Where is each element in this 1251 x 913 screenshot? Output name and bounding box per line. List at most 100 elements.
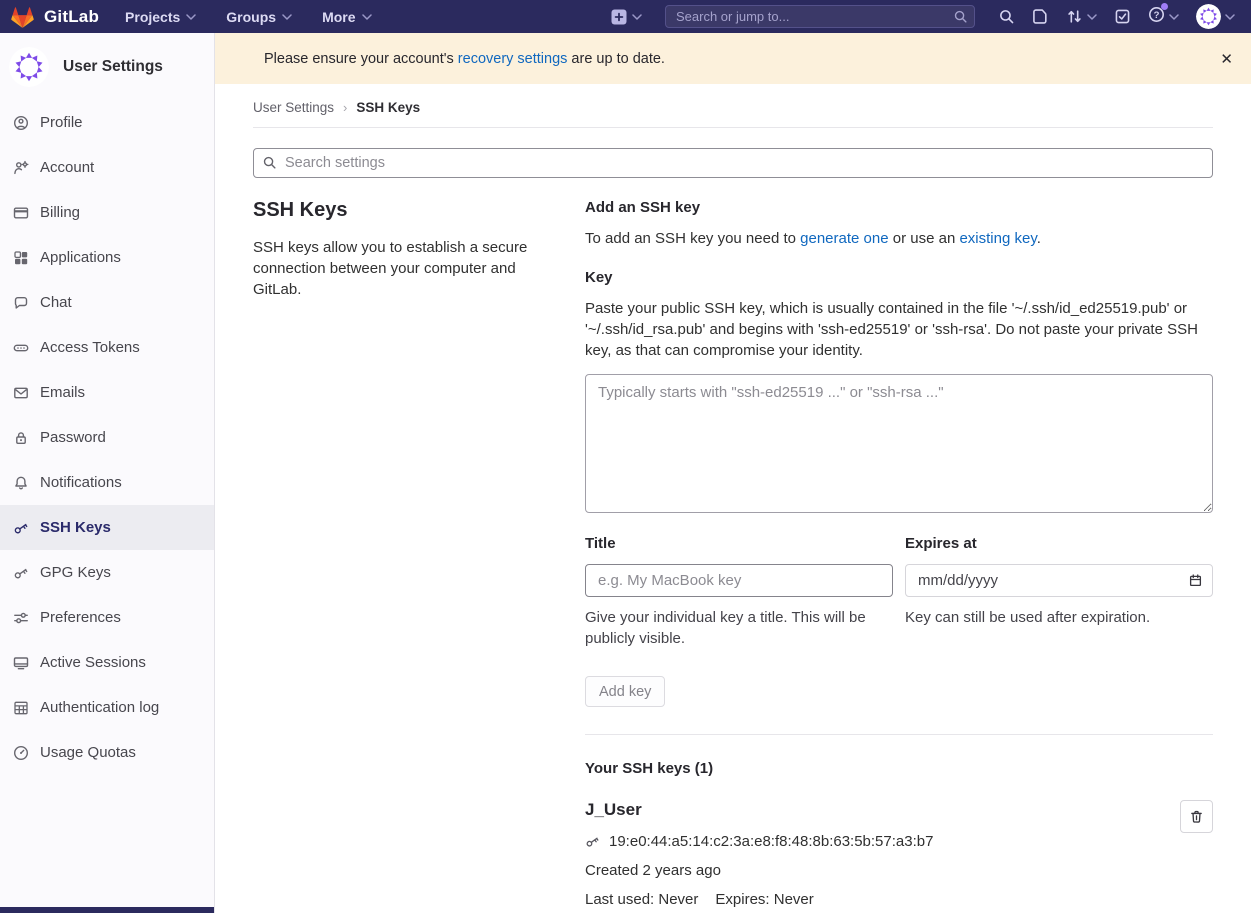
sidebar-item-emails[interactable]: Emails	[0, 370, 214, 415]
issues-icon	[1032, 8, 1049, 25]
password-lock-icon	[13, 430, 29, 446]
breadcrumb-parent-link[interactable]: User Settings	[253, 100, 334, 115]
key-fingerprint-row: 19:e0:44:a5:14:c2:3a:e8:f8:48:8b:63:5b:5…	[585, 833, 1153, 850]
issues-button[interactable]	[1032, 8, 1049, 25]
expires-date-wrap	[905, 564, 1213, 597]
your-ssh-keys-heading: Your SSH keys (1)	[585, 760, 1213, 777]
global-search-input[interactable]	[665, 5, 975, 28]
sidebar-item-usage-quotas[interactable]: Usage Quotas	[0, 730, 214, 775]
chevron-down-icon	[1169, 14, 1179, 20]
global-search	[665, 5, 975, 28]
key-fingerprint: 19:e0:44:a5:14:c2:3a:e8:f8:48:8b:63:5b:5…	[609, 833, 933, 850]
merge-request-icon	[1066, 8, 1083, 25]
sidebar-item-chat[interactable]: Chat	[0, 280, 214, 325]
alert-text: Please ensure your account's recovery se…	[264, 51, 665, 67]
nav-more-menu[interactable]: More	[322, 9, 371, 25]
gitlab-tanuki-icon	[10, 5, 35, 29]
advanced-search-button[interactable]	[998, 8, 1015, 25]
monitor-icon	[13, 655, 29, 671]
collapse-sidebar-bar[interactable]	[0, 907, 214, 913]
key-usage-meta: Last used: Never Expires: Never	[585, 891, 1153, 908]
expires-field-group: Expires at Key can still be used after e…	[905, 535, 1213, 649]
search-icon	[998, 8, 1015, 25]
sidebar-item-ssh-keys[interactable]: SSH Keys	[0, 505, 214, 550]
title-help-text: Give your individual key a title. This w…	[585, 607, 893, 649]
search-icon	[262, 155, 277, 170]
sidebar-item-label: Preferences	[40, 609, 121, 626]
key-icon	[585, 834, 600, 849]
sidebar-item-billing[interactable]: Billing	[0, 190, 214, 235]
settings-search-input[interactable]	[253, 148, 1213, 178]
sidebar-item-authentication-log[interactable]: Authentication log	[0, 685, 214, 730]
plus-square-icon	[611, 9, 627, 25]
user-avatar	[9, 47, 49, 87]
sidebar-item-access-tokens[interactable]: Access Tokens	[0, 325, 214, 370]
chevron-down-icon	[362, 14, 372, 20]
breadcrumb-current: SSH Keys	[356, 100, 420, 115]
existing-key-link[interactable]: existing key	[959, 230, 1036, 247]
todo-checkbox-icon	[1114, 8, 1131, 25]
delete-key-button[interactable]	[1180, 800, 1213, 833]
preferences-sliders-icon	[13, 610, 29, 626]
add-key-button[interactable]: Add key	[585, 676, 665, 707]
merge-requests-menu[interactable]	[1066, 8, 1097, 25]
sidebar-item-label: Emails	[40, 384, 85, 401]
nav-groups-menu[interactable]: Groups	[226, 9, 292, 25]
expires-date-input[interactable]	[905, 564, 1213, 597]
sidebar-item-label: Active Sessions	[40, 654, 146, 671]
chat-icon	[13, 295, 29, 311]
sidebar-nav: Profile Account Billing Applications Cha…	[0, 100, 214, 775]
nav-more-label: More	[322, 9, 355, 25]
nav-projects-label: Projects	[125, 9, 180, 25]
user-menu[interactable]	[1196, 4, 1235, 29]
sidebar-item-active-sessions[interactable]: Active Sessions	[0, 640, 214, 685]
primary-nav: Projects Groups More	[125, 9, 371, 25]
generate-one-link[interactable]: generate one	[800, 230, 888, 247]
sidebar-item-account[interactable]: Account	[0, 145, 214, 190]
key-item-title: J_User	[585, 800, 1153, 820]
sidebar-item-preferences[interactable]: Preferences	[0, 595, 214, 640]
new-item-menu[interactable]	[611, 9, 642, 25]
sidebar-item-label: Usage Quotas	[40, 744, 136, 761]
sidebar-item-notifications[interactable]: Notifications	[0, 460, 214, 505]
sidebar-item-label: Notifications	[40, 474, 122, 491]
navbar-right	[611, 4, 1235, 29]
section-info: SSH Keys SSH keys allow you to establish…	[253, 199, 540, 908]
key-help-text: Paste your public SSH key, which is usua…	[585, 298, 1213, 361]
trash-icon	[1189, 809, 1204, 824]
expires-label: Expires at	[905, 535, 1213, 552]
help-menu[interactable]	[1148, 6, 1179, 28]
sidebar-item-label: Applications	[40, 249, 121, 266]
alert-close-button[interactable]: ✕	[1220, 50, 1233, 68]
emails-icon	[13, 385, 29, 401]
title-label: Title	[585, 535, 893, 552]
form-intro: To add an SSH key you need to generate o…	[585, 230, 1213, 247]
chevron-down-icon	[282, 14, 292, 20]
gitlab-home-link[interactable]: GitLab	[10, 5, 99, 29]
sidebar-item-password[interactable]: Password	[0, 415, 214, 460]
nav-groups-label: Groups	[226, 9, 276, 25]
settings-sidebar: User Settings Profile Account Billing A	[0, 33, 215, 913]
expires-help-text: Key can still be used after expiration.	[905, 607, 1213, 628]
sidebar-item-gpg-keys[interactable]: GPG Keys	[0, 550, 214, 595]
sidebar-item-label: Profile	[40, 114, 83, 131]
settings-section: SSH Keys SSH keys allow you to establish…	[253, 199, 1213, 908]
applications-icon	[13, 250, 29, 266]
key-label: Key	[585, 269, 1213, 286]
sidebar-item-label: Billing	[40, 204, 80, 221]
sidebar-item-applications[interactable]: Applications	[0, 235, 214, 280]
sidebar-item-profile[interactable]: Profile	[0, 100, 214, 145]
key-expires: Expires: Never	[715, 891, 813, 908]
user-avatar	[1196, 4, 1221, 29]
recovery-settings-link[interactable]: recovery settings	[458, 51, 568, 67]
profile-icon	[13, 115, 29, 131]
nav-projects-menu[interactable]: Projects	[125, 9, 196, 25]
ssh-key-textarea[interactable]	[585, 374, 1213, 513]
key-icon	[13, 565, 29, 581]
key-icon	[13, 520, 29, 536]
key-title-input[interactable]	[585, 564, 893, 597]
sidebar-header: User Settings	[0, 33, 214, 100]
todos-button[interactable]	[1114, 8, 1131, 25]
key-last-used: Last used: Never	[585, 891, 698, 908]
sidebar-item-label: Chat	[40, 294, 72, 311]
